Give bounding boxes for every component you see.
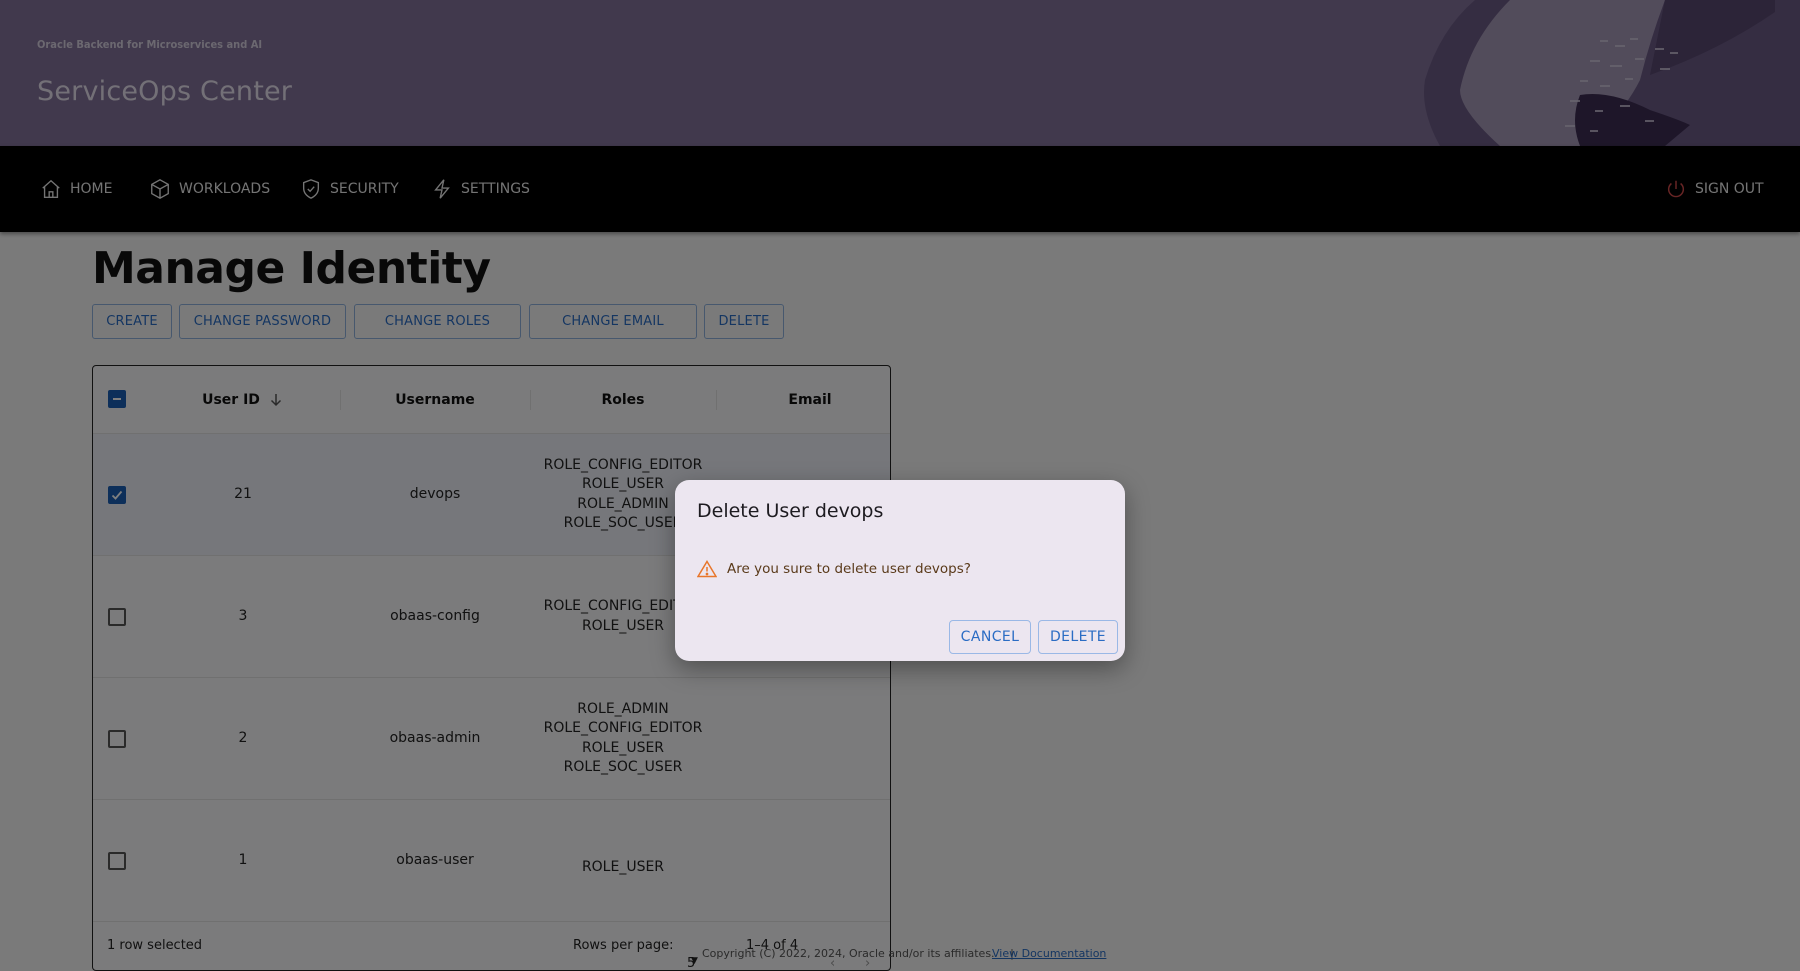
confirm-delete-button[interactable]: DELETE (1038, 620, 1118, 654)
delete-user-dialog: Delete User devops Are you sure to delet… (675, 480, 1125, 661)
dialog-title: Delete User devops (697, 500, 884, 522)
warning-icon (697, 560, 717, 578)
dialog-message-text: Are you sure to delete user devops? (727, 561, 971, 577)
dialog-message: Are you sure to delete user devops? (697, 560, 971, 578)
cancel-button[interactable]: CANCEL (949, 620, 1031, 654)
